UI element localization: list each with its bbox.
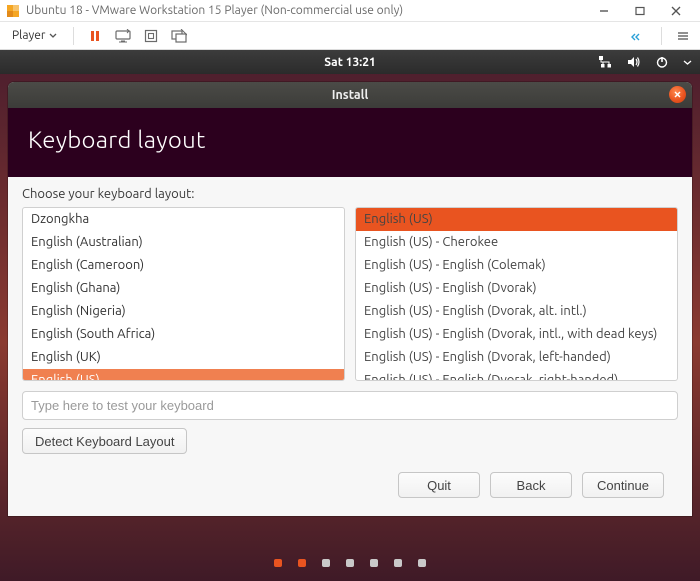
chevron-down-icon[interactable] [682, 54, 692, 70]
power-icon[interactable] [654, 54, 670, 70]
layout-list-item[interactable]: English (US) [23, 369, 344, 381]
variant-list-item[interactable]: English (US) - English (Dvorak, intl., w… [356, 323, 677, 346]
variant-list-item[interactable]: English (US) [356, 208, 677, 231]
continue-button[interactable]: Continue [582, 472, 664, 498]
installer-titlebar[interactable]: Install [8, 82, 692, 108]
progress-dot [370, 559, 378, 567]
installer-body: Choose your keyboard layout: DzongkhaEng… [8, 177, 692, 516]
vmware-logo-icon [6, 4, 20, 18]
separator [73, 27, 74, 45]
progress-dot [298, 559, 306, 567]
installer-header: Keyboard layout [8, 108, 692, 177]
progress-dot [346, 559, 354, 567]
layout-list-item[interactable]: English (Nigeria) [23, 300, 344, 323]
installer-title: Install [332, 88, 369, 102]
layout-list-item[interactable]: English (South Africa) [23, 323, 344, 346]
layout-list-item[interactable]: English (Australian) [23, 231, 344, 254]
wizard-actions: Quit Back Continue [22, 454, 678, 516]
fullscreen-icon[interactable] [140, 25, 162, 47]
progress-dot [322, 559, 330, 567]
chevron-down-icon [49, 32, 57, 40]
layout-list[interactable]: DzongkhaEnglish (Australian)English (Cam… [22, 207, 345, 381]
layout-prompt: Choose your keyboard layout: [22, 187, 678, 201]
window-maximize-button[interactable] [622, 0, 658, 22]
variant-list-item[interactable]: English (US) - English (Dvorak, left-han… [356, 346, 677, 369]
install-progress-dots [0, 559, 700, 567]
toolbar-menu-icon[interactable] [672, 25, 694, 47]
window-minimize-button[interactable] [586, 0, 622, 22]
player-menu-label: Player [12, 29, 45, 42]
variant-list-item[interactable]: English (US) - English (Dvorak, right-ha… [356, 369, 677, 381]
variant-list-item[interactable]: English (US) - Cherokee [356, 231, 677, 254]
player-menu[interactable]: Player [6, 27, 63, 44]
volume-icon[interactable] [626, 54, 642, 70]
quit-button[interactable]: Quit [398, 472, 480, 498]
layout-list-item[interactable]: Dzongkha [23, 208, 344, 231]
vmware-title: Ubuntu 18 - VMware Workstation 15 Player… [26, 4, 403, 17]
variant-list-item[interactable]: English (US) - English (Colemak) [356, 254, 677, 277]
progress-dot [394, 559, 402, 567]
installer-close-button[interactable] [669, 86, 686, 103]
progress-dot [418, 559, 426, 567]
variant-list[interactable]: English (US)English (US) - CherokeeEngli… [355, 207, 678, 381]
layout-list-item[interactable]: English (Ghana) [23, 277, 344, 300]
back-button[interactable]: Back [490, 472, 572, 498]
window-close-button[interactable] [658, 0, 694, 22]
variant-list-item[interactable]: English (US) - English (Dvorak, alt. int… [356, 300, 677, 323]
progress-dot [274, 559, 282, 567]
page-title: Keyboard layout [28, 126, 672, 153]
close-icon [673, 90, 682, 99]
layout-list-item[interactable]: English (Cameroon) [23, 254, 344, 277]
keyboard-test-input[interactable] [22, 391, 678, 420]
variant-list-item[interactable]: English (US) - English (Dvorak) [356, 277, 677, 300]
separator [661, 27, 662, 45]
send-ctrl-alt-del-icon[interactable] [112, 25, 134, 47]
ubuntu-top-panel: Sat 13:21 [0, 50, 700, 74]
pause-vm-icon[interactable] [84, 25, 106, 47]
vmware-titlebar: Ubuntu 18 - VMware Workstation 15 Player… [0, 0, 700, 22]
vmware-toolbar: Player [0, 22, 700, 50]
panel-clock[interactable]: Sat 13:21 [324, 56, 375, 69]
installer-window: Install Keyboard layout Choose your keyb… [8, 82, 692, 516]
unity-mode-icon[interactable] [168, 25, 190, 47]
network-icon[interactable] [598, 54, 614, 70]
cycle-view-icon[interactable] [629, 25, 651, 47]
ubuntu-desktop: Sat 13:21 Install Keyboard layout [0, 50, 700, 581]
detect-layout-button[interactable]: Detect Keyboard Layout [22, 428, 187, 454]
layout-list-item[interactable]: English (UK) [23, 346, 344, 369]
